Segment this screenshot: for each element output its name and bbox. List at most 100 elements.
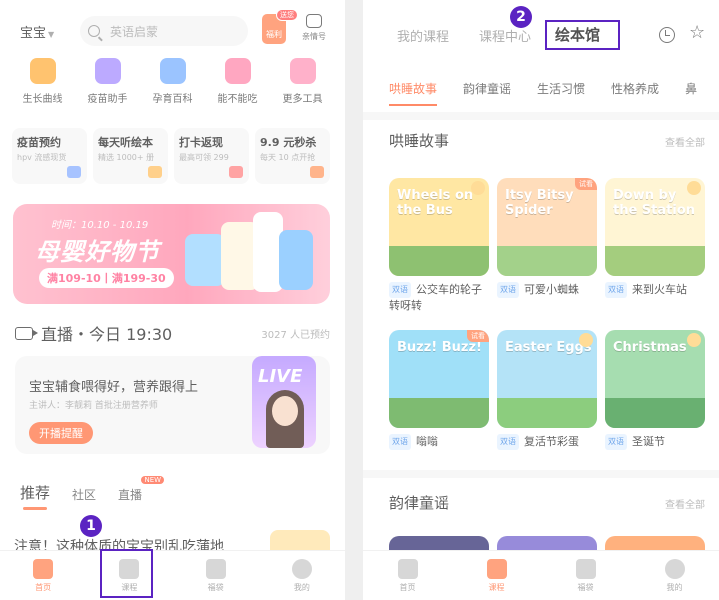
- bottom-tab-bar: 首页 课程 福袋 我的: [0, 550, 345, 600]
- bag-icon: [575, 559, 596, 579]
- tool-item[interactable]: 更多工具: [273, 58, 333, 105]
- service-card-icon: [67, 166, 81, 178]
- banner-offer: 满109-10丨满199-30: [39, 268, 174, 288]
- category-tab[interactable]: 生活习惯: [537, 80, 585, 97]
- service-card-title: 疫苗预约: [17, 136, 61, 149]
- category-tab[interactable]: 鼻: [685, 80, 697, 97]
- tool-item[interactable]: 生长曲线: [13, 58, 73, 105]
- tab-live-label: 直播: [118, 488, 143, 502]
- book-item[interactable]: Down by the Station 双语 来到火车站: [605, 178, 705, 298]
- user-icon: [664, 559, 685, 579]
- crown-icon: [687, 333, 701, 347]
- cover-illustration: [497, 398, 597, 428]
- tab-mine[interactable]: 我的: [277, 551, 327, 600]
- history-clock-icon[interactable]: [659, 27, 675, 43]
- cover-title: Itsy Bitsy Spider: [505, 188, 574, 218]
- book-cover: Buzz! Buzz! 试看: [389, 330, 489, 428]
- category-tabs: 哄睡故事 韵律童谣 生活习惯 性格养成 鼻: [389, 80, 697, 106]
- crown-icon: [687, 181, 701, 195]
- tool-icon: [94, 58, 121, 84]
- service-card-icon: [310, 166, 324, 178]
- cover-illustration: [389, 398, 489, 428]
- search-input[interactable]: 英语启蒙: [80, 16, 248, 46]
- live-reservation-count: 3027 人已预约: [261, 329, 330, 341]
- step-marker-2: 2: [510, 6, 532, 28]
- baby-label: 宝宝: [20, 26, 47, 41]
- book-cover: Itsy Bitsy Spider 试看: [497, 178, 597, 276]
- home-icon: [33, 559, 54, 579]
- tab-community[interactable]: 社区: [72, 486, 96, 503]
- category-tab[interactable]: 韵律童谣: [463, 80, 511, 97]
- category-tab[interactable]: 哄睡故事: [389, 80, 438, 106]
- service-card-subtitle: 每天 10 点开抢: [260, 153, 316, 162]
- tool-label: 更多工具: [282, 94, 323, 105]
- category-tab[interactable]: 性格养成: [611, 80, 659, 97]
- tool-label: 疫苗助手: [87, 94, 128, 105]
- gift-button[interactable]: 送您福利: [262, 9, 298, 44]
- tab-lucky-bag-label: 福袋: [207, 583, 224, 592]
- book-item[interactable]: Christmas 双语 圣诞节: [605, 330, 705, 450]
- tool-icon: [159, 58, 186, 84]
- book-info: 双语 复活节彩蛋: [497, 434, 597, 450]
- tab-mine-label: 我的: [293, 583, 310, 592]
- service-card[interactable]: 每天听绘本 精选 1000+ 册: [93, 128, 168, 184]
- tab-mine-label: 我的: [666, 583, 683, 592]
- tab-lucky-bag[interactable]: 福袋: [561, 551, 611, 600]
- tool-item[interactable]: 孕育百科: [143, 58, 203, 105]
- tool-item[interactable]: 能不能吃: [208, 58, 268, 105]
- tab-home[interactable]: 首页: [18, 551, 68, 600]
- live-card[interactable]: 宝宝辅食喂得好，营养跟得上 主讲人：李靓莉 首批注册营养师 开播提醒 LIVE: [15, 356, 330, 454]
- highlight-box-course-tab: [100, 549, 153, 598]
- gift-label: 福利: [266, 30, 282, 39]
- tab-course[interactable]: 课程: [472, 551, 522, 600]
- cover-illustration: [389, 246, 489, 276]
- video-camera-icon: [15, 326, 38, 340]
- tab-live[interactable]: 直播 NEW: [118, 476, 165, 503]
- service-card-icon: [229, 166, 243, 178]
- tab-recommend[interactable]: 推荐: [20, 482, 50, 510]
- star-icon[interactable]: ☆: [689, 22, 705, 43]
- tool-label: 孕育百科: [152, 94, 193, 105]
- family-button[interactable]: 亲情号: [298, 14, 330, 48]
- book-item[interactable]: Easter Eggs 双语 复活节彩蛋: [497, 330, 597, 450]
- step-marker-1: 1: [80, 515, 102, 537]
- tab-lucky-bag[interactable]: 福袋: [191, 551, 241, 600]
- user-icon: [291, 559, 312, 579]
- service-card[interactable]: 9.9 元秒杀 每天 10 点开抢: [255, 128, 330, 184]
- promo-banner[interactable]: 时间：10.10 - 10.19 母婴好物节 满109-10丨满199-30: [13, 204, 330, 304]
- view-all-bedtime[interactable]: 查看全部: [665, 134, 705, 149]
- tool-icon: [29, 58, 56, 84]
- book-info: 双语 公交车的轮子转呀转: [389, 282, 489, 314]
- service-card-subtitle: 最高可领 299: [179, 153, 229, 162]
- book-cover: Easter Eggs: [497, 330, 597, 428]
- bilingual-badge: 双语: [389, 434, 411, 450]
- product-image: [279, 230, 313, 290]
- tab-home[interactable]: 首页: [383, 551, 433, 600]
- divider: [363, 112, 719, 120]
- cover-illustration: [605, 398, 705, 428]
- bottom-tab-bar: 首页 课程 福袋 我的: [363, 550, 719, 600]
- bilingual-badge: 双语: [605, 434, 627, 450]
- baby-selector[interactable]: 宝宝 ▼: [20, 22, 54, 41]
- remind-button[interactable]: 开播提醒: [29, 422, 93, 444]
- book-cover: Wheels on the Bus: [389, 178, 489, 276]
- book-info: 双语 来到火车站: [605, 282, 705, 298]
- tab-my-courses[interactable]: 我的课程: [397, 26, 449, 45]
- host-photo: LIVE: [252, 356, 316, 448]
- heart-icon: [306, 14, 322, 28]
- tool-item[interactable]: 疫苗助手: [78, 58, 138, 105]
- book-item[interactable]: Buzz! Buzz! 试看 双语 嗡嗡: [389, 330, 489, 450]
- bilingual-badge: 双语: [605, 282, 627, 298]
- service-card[interactable]: 疫苗预约 hpv 流感现货: [12, 128, 87, 184]
- tab-course-center[interactable]: 课程中心: [479, 26, 531, 45]
- service-card[interactable]: 打卡返现 最高可领 299: [174, 128, 249, 184]
- tab-lucky-bag-label: 福袋: [577, 583, 594, 592]
- gift-tag: 送您: [276, 9, 298, 21]
- tool-icon: [289, 58, 316, 84]
- tab-mine[interactable]: 我的: [650, 551, 700, 600]
- book-item[interactable]: Itsy Bitsy Spider 试看 双语 可爱小蜘蛛: [497, 178, 597, 298]
- view-all-rhymes[interactable]: 查看全部: [665, 496, 705, 511]
- tab-course-label: 课程: [488, 583, 505, 592]
- book-item[interactable]: Wheels on the Bus 双语 公交车的轮子转呀转: [389, 178, 489, 314]
- book-cover: Down by the Station: [605, 178, 705, 276]
